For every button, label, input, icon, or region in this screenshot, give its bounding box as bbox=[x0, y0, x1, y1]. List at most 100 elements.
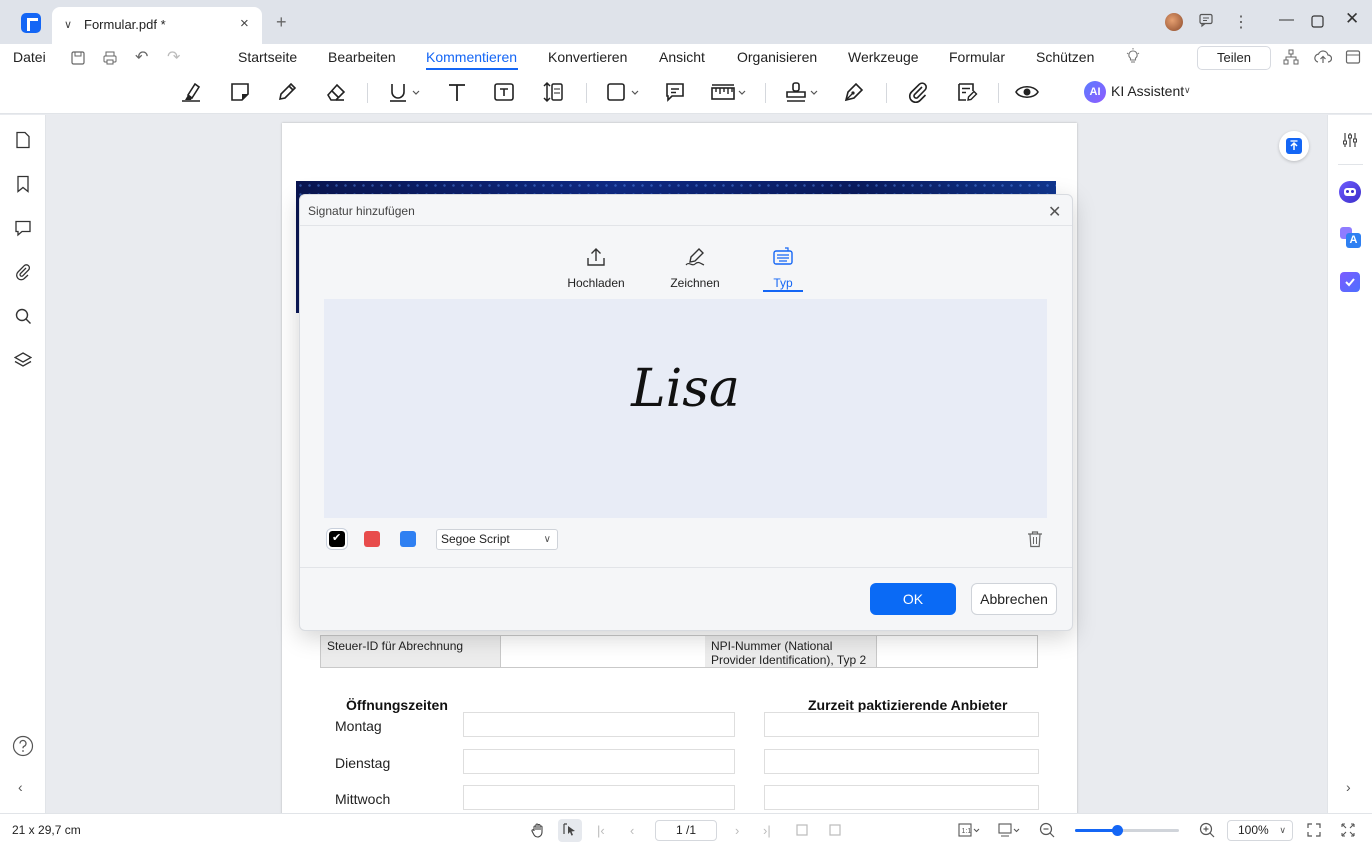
hours-field[interactable] bbox=[463, 712, 735, 737]
cancel-button[interactable]: Abbrechen bbox=[971, 583, 1057, 615]
text-tool[interactable] bbox=[444, 79, 470, 105]
zoom-slider-handle[interactable] bbox=[1111, 825, 1123, 836]
ai-robot-icon[interactable] bbox=[1339, 181, 1361, 203]
provider-field[interactable] bbox=[764, 785, 1039, 810]
font-select[interactable]: Segoe Script ∨ bbox=[436, 529, 558, 550]
ai-assistant-icon[interactable]: AI bbox=[1084, 81, 1106, 103]
tab-kommentieren[interactable]: Kommentieren bbox=[426, 49, 517, 65]
signature-canvas[interactable]: Lisa bbox=[324, 299, 1047, 518]
collapse-right-icon[interactable]: › bbox=[1346, 779, 1351, 795]
crop-page-icon[interactable] bbox=[828, 823, 842, 837]
tab-close-icon[interactable]: × bbox=[240, 15, 249, 32]
shape-tool[interactable] bbox=[605, 79, 643, 105]
redo-icon[interactable]: ↷ bbox=[167, 47, 180, 67]
help-icon[interactable] bbox=[12, 735, 34, 757]
cloud-upload-icon[interactable] bbox=[1314, 49, 1332, 65]
translate-icon[interactable]: A bbox=[1340, 227, 1361, 248]
chevron-down-icon[interactable]: ∨ bbox=[1184, 85, 1191, 96]
checklist-icon[interactable] bbox=[1340, 272, 1360, 292]
last-page-icon[interactable]: ›| bbox=[763, 823, 771, 838]
highlight-tool[interactable] bbox=[178, 79, 204, 105]
more-icon[interactable]: ⋮ bbox=[1233, 12, 1249, 32]
trash-icon[interactable] bbox=[1027, 530, 1043, 548]
hand-tool-icon[interactable] bbox=[530, 822, 546, 838]
underline-tool[interactable] bbox=[386, 79, 424, 105]
pencil-tool[interactable] bbox=[274, 79, 300, 105]
hours-field[interactable] bbox=[463, 749, 735, 774]
select-tool-button[interactable] bbox=[558, 819, 582, 842]
sticky-note-tool[interactable] bbox=[227, 79, 253, 105]
workflow-icon[interactable] bbox=[1283, 49, 1299, 65]
color-swatch-black[interactable]: ✔ bbox=[327, 529, 347, 549]
tab-hochladen[interactable]: Hochladen bbox=[556, 245, 636, 290]
eraser-tool[interactable] bbox=[323, 79, 349, 105]
lightbulb-icon[interactable] bbox=[1125, 48, 1141, 66]
minimize-icon[interactable]: — bbox=[1279, 11, 1294, 28]
measure-tool[interactable] bbox=[710, 79, 748, 105]
tab-werkzeuge[interactable]: Werkzeuge bbox=[848, 49, 919, 65]
floating-upload-button[interactable] bbox=[1279, 131, 1309, 161]
tab-organisieren[interactable]: Organisieren bbox=[737, 49, 817, 65]
avatar[interactable] bbox=[1165, 13, 1183, 31]
undo-icon[interactable]: ↶ bbox=[135, 47, 148, 67]
zoom-in-icon[interactable] bbox=[1199, 822, 1215, 838]
rotate-page-icon[interactable] bbox=[795, 823, 809, 837]
provider-field[interactable] bbox=[764, 749, 1039, 774]
settings-sliders-icon[interactable] bbox=[1341, 131, 1359, 149]
tab-formular[interactable]: Formular bbox=[949, 49, 1005, 65]
bookmark-icon[interactable] bbox=[14, 175, 32, 193]
message-icon[interactable] bbox=[1198, 12, 1214, 28]
save-icon[interactable] bbox=[70, 50, 86, 66]
tab-bearbeiten[interactable]: Bearbeiten bbox=[328, 49, 396, 65]
textbox-tool[interactable] bbox=[491, 79, 517, 105]
comment-icon[interactable] bbox=[14, 219, 32, 237]
view-tool[interactable] bbox=[1014, 79, 1040, 105]
maximize-icon[interactable] bbox=[1311, 15, 1324, 28]
stamp-tool[interactable] bbox=[784, 79, 822, 105]
first-page-icon[interactable]: |‹ bbox=[597, 823, 605, 838]
table-cell-field[interactable] bbox=[500, 636, 705, 667]
tab-zeichnen[interactable]: Zeichnen bbox=[655, 245, 735, 290]
panel-icon[interactable] bbox=[1345, 49, 1361, 65]
next-page-icon[interactable]: › bbox=[735, 823, 739, 838]
ai-assistant-button[interactable]: KI Assistent bbox=[1111, 83, 1184, 99]
table-cell-field[interactable] bbox=[876, 636, 1037, 667]
tab-ansicht[interactable]: Ansicht bbox=[659, 49, 705, 65]
hours-field[interactable] bbox=[463, 785, 735, 810]
color-swatch-red[interactable] bbox=[364, 531, 380, 547]
menu-file[interactable]: Datei bbox=[13, 49, 46, 65]
page-number-input[interactable]: 1 /1 bbox=[655, 820, 717, 841]
close-icon[interactable]: ✕ bbox=[1048, 202, 1061, 222]
fullscreen-icon[interactable] bbox=[1341, 823, 1355, 837]
fit-width-icon[interactable] bbox=[1307, 823, 1321, 837]
signature-text[interactable]: Lisa bbox=[324, 359, 1047, 419]
document-tab[interactable]: ∨ Formular.pdf * × bbox=[52, 7, 262, 44]
attachment-icon[interactable] bbox=[14, 263, 32, 281]
signature-tool[interactable] bbox=[841, 79, 867, 105]
page-fit-icon[interactable]: 1:1 bbox=[958, 822, 982, 838]
close-window-icon[interactable]: ✕ bbox=[1345, 9, 1359, 29]
print-icon[interactable] bbox=[102, 50, 118, 66]
collapse-left-icon[interactable]: ‹ bbox=[18, 779, 23, 795]
tab-schuetzen[interactable]: Schützen bbox=[1036, 49, 1094, 65]
provider-field[interactable] bbox=[764, 712, 1039, 737]
callout-tool[interactable] bbox=[540, 79, 566, 105]
zoom-out-icon[interactable] bbox=[1039, 822, 1055, 838]
ok-button[interactable]: OK bbox=[870, 583, 956, 615]
annotation-list-tool[interactable] bbox=[954, 79, 980, 105]
page-layout-icon[interactable] bbox=[998, 822, 1022, 838]
zoom-slider[interactable] bbox=[1075, 825, 1179, 836]
tab-konvertieren[interactable]: Konvertieren bbox=[548, 49, 627, 65]
layers-icon[interactable] bbox=[14, 351, 32, 369]
comment-tool[interactable] bbox=[662, 79, 688, 105]
search-icon[interactable] bbox=[14, 307, 32, 325]
tab-startseite[interactable]: Startseite bbox=[238, 49, 297, 65]
prev-page-icon[interactable]: ‹ bbox=[630, 823, 634, 838]
chevron-down-icon[interactable]: ∨ bbox=[64, 18, 72, 31]
new-tab-icon[interactable]: + bbox=[276, 12, 287, 33]
color-swatch-blue[interactable] bbox=[400, 531, 416, 547]
zoom-select[interactable]: 100% ∨ bbox=[1227, 820, 1293, 841]
tab-typ[interactable]: Typ bbox=[743, 245, 823, 290]
share-button[interactable]: Teilen bbox=[1197, 46, 1271, 70]
page-icon[interactable] bbox=[14, 131, 32, 149]
